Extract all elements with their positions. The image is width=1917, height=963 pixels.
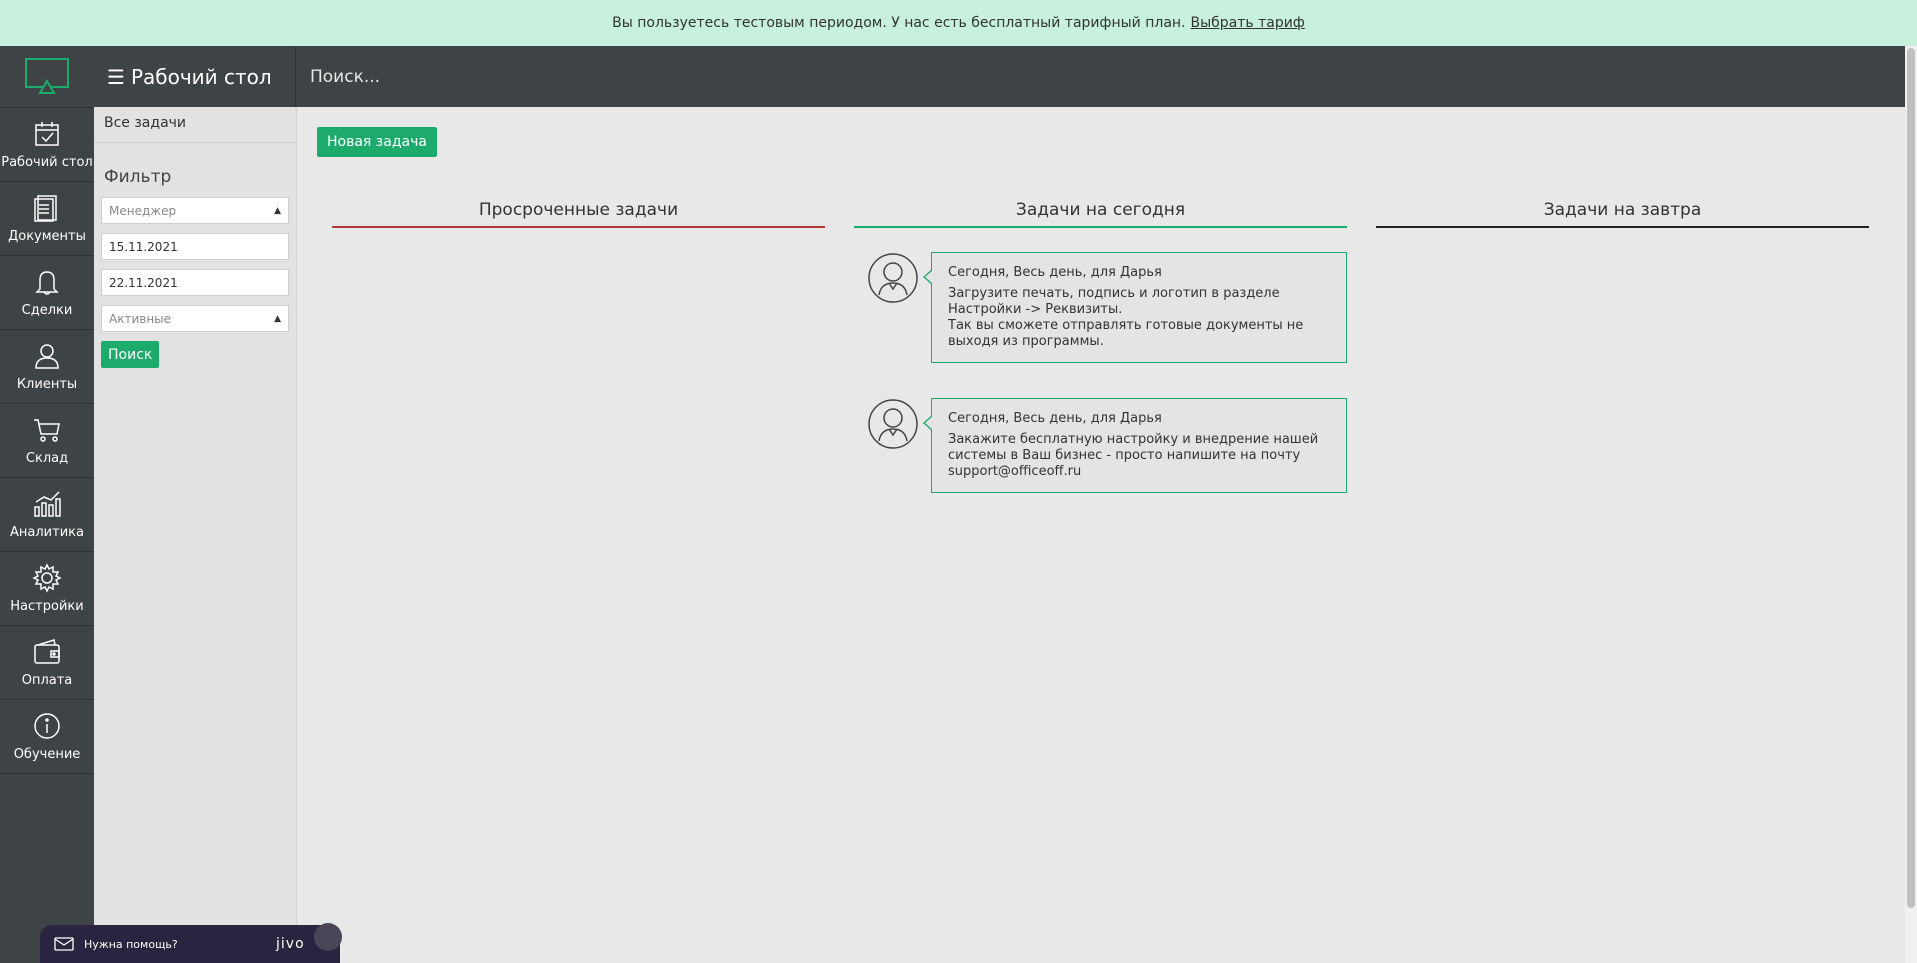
overdue-column: Просроченные задачи (332, 200, 825, 228)
choose-plan-link[interactable]: Выбрать тариф (1191, 15, 1305, 31)
users-icon (32, 341, 62, 371)
page-title-text: Рабочий стол (130, 64, 272, 89)
filter-search-button[interactable]: Поиск (101, 341, 160, 368)
date-from-value: 15.11.2021 (109, 239, 178, 254)
date-to-field[interactable]: 22.11.2021 (101, 269, 289, 296)
task-meta: Сегодня, Весь день, для Дарья (948, 265, 1162, 280)
rail-item-desktop[interactable]: Рабочий стол (0, 108, 94, 182)
select-arrows-icon: ▲︎ (274, 205, 281, 216)
user-avatar-icon (868, 399, 918, 449)
date-to-value: 22.11.2021 (109, 275, 178, 290)
rail-item-documents[interactable]: Документы (0, 182, 94, 256)
task-bubble: Сегодня, Весь день, для Дарья Закажите б… (923, 398, 1347, 493)
task-card[interactable]: Сегодня, Весь день, для Дарья Закажите б… (867, 398, 1347, 493)
search-input[interactable] (296, 46, 1905, 107)
gear-icon (32, 563, 62, 593)
manager-select[interactable]: Менеджер ▲︎ (101, 197, 289, 224)
rail-item-payment[interactable]: Оплата (0, 626, 94, 700)
info-icon (32, 711, 62, 741)
user-avatar-icon (868, 253, 918, 303)
rail-item-label: Обучение (13, 747, 81, 762)
help-label: Нужна помощь? (84, 937, 178, 951)
today-column: Задачи на сегодня Сегодня, Весь день, дл… (854, 200, 1347, 493)
rail-item-analytics[interactable]: Аналитика (0, 478, 94, 552)
select-arrows-icon: ▲ (274, 313, 281, 324)
cart-icon (32, 415, 62, 445)
mail-icon (54, 937, 74, 951)
tomorrow-column: Задачи на завтра (1376, 200, 1869, 228)
rail-item-clients[interactable]: Клиенты (0, 330, 94, 404)
main-content: Новая задача Просроченные задачи Задачи … (297, 107, 1905, 963)
help-widget[interactable]: Нужна помощь? jivo (40, 923, 342, 963)
rail-item-label: Оплата (21, 673, 73, 688)
rail-item-label: Документы (8, 229, 86, 244)
rail-item-learning[interactable]: Обучение (0, 700, 94, 774)
overdue-column-title: Просроченные задачи (478, 200, 679, 220)
page-title[interactable]: ☰ Рабочий стол (94, 46, 296, 107)
rail-item-deals[interactable]: Сделки (0, 256, 94, 330)
task-card[interactable]: Сегодня, Весь день, для Дарья Загрузите … (867, 252, 1347, 363)
filter-title: Фильтр (104, 167, 172, 187)
overdue-divider (332, 226, 825, 228)
filter-sidebar: Все задачи Фильтр Менеджер ▲︎ 15.11.2021… (94, 107, 297, 963)
status-select-value: Активные (109, 311, 172, 326)
calendar-check-icon (32, 119, 62, 149)
jivo-logo: jivo (276, 936, 305, 952)
today-column-title: Задачи на сегодня (1015, 200, 1186, 220)
today-divider (854, 226, 1347, 228)
new-task-button[interactable]: Новая задача (317, 127, 437, 157)
app-logo[interactable] (0, 46, 94, 108)
rail-item-settings[interactable]: Настройки (0, 552, 94, 626)
scrollbar-thumb[interactable] (1907, 48, 1915, 908)
manager-select-value: Менеджер (109, 203, 177, 218)
banner-text: Вы пользуетесь тестовым периодом. У нас … (612, 15, 1186, 31)
date-from-field[interactable]: 15.11.2021 (101, 233, 289, 260)
trial-banner: Вы пользуетесь тестовым периодом. У нас … (0, 0, 1917, 46)
bell-icon (32, 267, 62, 297)
task-bubble: Сегодня, Весь день, для Дарья Загрузите … (923, 252, 1347, 363)
rail-item-label: Рабочий стол (1, 155, 93, 170)
rail-item-label: Склад (25, 451, 69, 466)
task-meta: Сегодня, Весь день, для Дарья (948, 411, 1162, 426)
rail-item-label: Сделки (21, 303, 73, 318)
rail-item-warehouse[interactable]: Склад (0, 404, 94, 478)
left-rail: Рабочий стол Документы Сделки Клиенты Ск… (0, 46, 94, 963)
all-tasks-link[interactable]: Все задачи (94, 107, 296, 143)
tomorrow-column-title: Задачи на завтра (1543, 200, 1702, 220)
wallet-icon (32, 637, 62, 667)
document-icon (32, 193, 62, 223)
page-scrollbar[interactable] (1905, 46, 1917, 963)
status-select[interactable]: Активные ▲ (101, 305, 289, 332)
tomorrow-divider (1376, 226, 1869, 228)
top-header: ☰ Рабочий стол (94, 46, 1905, 107)
chart-icon (32, 489, 62, 519)
rail-item-label: Аналитика (10, 525, 84, 540)
task-text: Закажите бесплатную настройку и внедрени… (948, 432, 1319, 479)
task-text: Загрузите печать, подпись и логотип в ра… (948, 286, 1304, 349)
widget-corner (314, 923, 342, 951)
rail-item-label: Настройки (10, 599, 84, 614)
rail-item-label: Клиенты (16, 377, 78, 392)
hamburger-icon[interactable]: ☰ (107, 65, 125, 89)
monitor-logo-icon (25, 57, 69, 94)
